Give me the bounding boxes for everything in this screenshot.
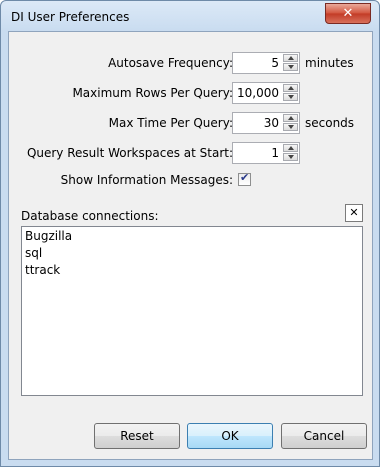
database-connections-list[interactable]: Bugzilla sql ttrack — [21, 226, 363, 396]
show-info-label: Show Information Messages: — [60, 173, 233, 187]
max-time-unit: seconds — [305, 116, 355, 130]
autosave-up-arrow-icon[interactable] — [283, 54, 298, 62]
list-item[interactable]: Bugzilla — [25, 229, 72, 244]
autosave-value[interactable]: 5 — [271, 56, 279, 70]
workspaces-down-arrow-icon[interactable] — [283, 153, 298, 161]
dialog-body: Autosave Frequency: 5 minutes Maximum Ro… — [8, 31, 373, 460]
max-time-spinner[interactable]: 30 — [232, 112, 300, 134]
autosave-unit: minutes — [305, 56, 354, 70]
max-rows-value[interactable]: 10,000 — [237, 86, 279, 100]
database-connections-label: Database connections: — [21, 209, 159, 223]
workspaces-up-arrow-icon[interactable] — [283, 144, 298, 152]
cancel-button[interactable]: Cancel — [281, 423, 367, 449]
max-rows-spinner[interactable]: 10,000 — [232, 82, 300, 104]
autosave-row: Autosave Frequency: 5 minutes — [9, 52, 372, 74]
show-info-checkbox[interactable]: ✔ — [238, 171, 251, 186]
ok-button[interactable]: OK — [187, 423, 273, 449]
preferences-dialog: DI User Preferences ✕ Autosave Frequency… — [0, 0, 380, 467]
close-icon: ✕ — [342, 6, 354, 21]
checkmark-icon: ✔ — [240, 171, 250, 184]
max-rows-label: Maximum Rows Per Query: — [72, 86, 233, 100]
workspaces-spinner[interactable]: 1 — [232, 142, 300, 164]
workspaces-row: Query Result Workspaces at Start: 1 — [9, 142, 372, 164]
reset-button[interactable]: Reset — [94, 423, 180, 449]
dialog-title: DI User Preferences — [11, 10, 130, 24]
remove-connection-button[interactable]: ✕ — [345, 204, 363, 222]
list-item[interactable]: ttrack — [25, 263, 60, 278]
close-button[interactable]: ✕ — [325, 3, 371, 24]
max-time-up-arrow-icon[interactable] — [283, 114, 298, 122]
autosave-spinner[interactable]: 5 — [232, 52, 300, 74]
remove-icon: ✕ — [349, 206, 359, 219]
max-rows-up-arrow-icon[interactable] — [283, 84, 298, 92]
list-item[interactable]: sql — [25, 246, 42, 261]
autosave-label: Autosave Frequency: — [108, 56, 233, 70]
title-bar: DI User Preferences ✕ — [1, 1, 379, 31]
workspaces-label: Query Result Workspaces at Start: — [26, 146, 233, 160]
max-time-row: Max Time Per Query: 30 seconds — [9, 112, 372, 134]
show-info-row: Show Information Messages: ✔ — [9, 170, 372, 192]
autosave-down-arrow-icon[interactable] — [283, 63, 298, 71]
max-time-label: Max Time Per Query: — [108, 116, 233, 130]
max-rows-row: Maximum Rows Per Query: 10,000 — [9, 82, 372, 104]
max-time-down-arrow-icon[interactable] — [283, 123, 298, 131]
max-time-value[interactable]: 30 — [264, 116, 279, 130]
max-rows-down-arrow-icon[interactable] — [283, 93, 298, 101]
workspaces-value[interactable]: 1 — [271, 146, 279, 160]
